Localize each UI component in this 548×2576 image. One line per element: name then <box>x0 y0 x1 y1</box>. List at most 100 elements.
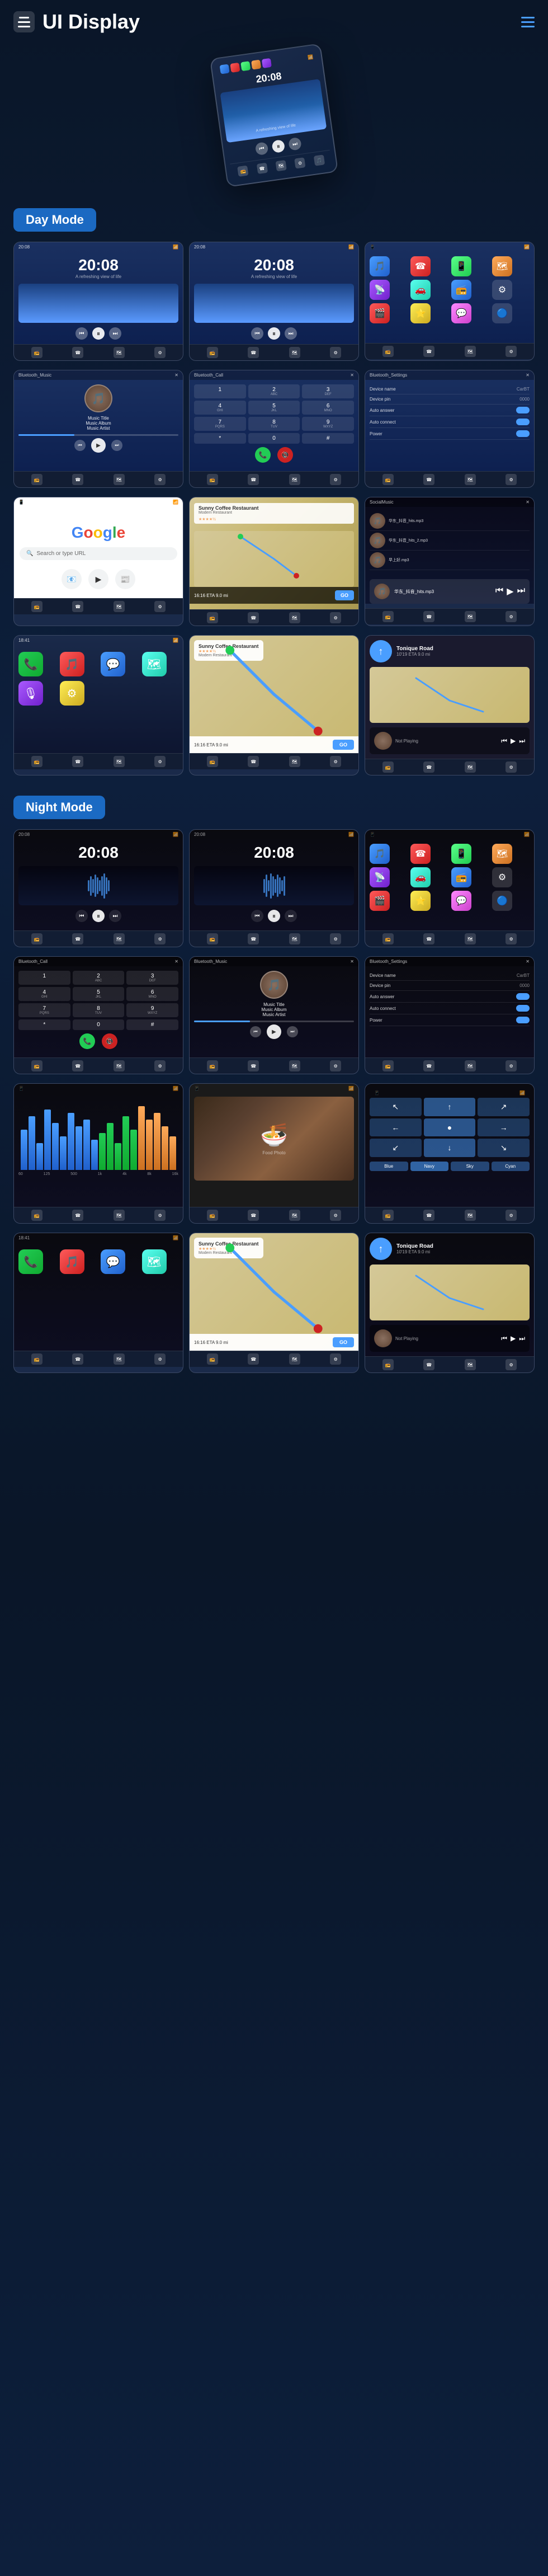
day-next-1[interactable]: ⏭ <box>109 327 121 340</box>
night-carplay-app-music[interactable]: 🎵 <box>60 1249 84 1274</box>
night-map-nav-1[interactable]: 📻 <box>207 1353 218 1365</box>
hero-play-btn[interactable]: ⏸ <box>271 139 285 153</box>
carplay-app-phone[interactable]: 📞 <box>18 652 43 676</box>
day-google-nav-4[interactable]: ⚙ <box>154 601 166 612</box>
night-map-nav-3[interactable]: 🗺 <box>289 1353 300 1365</box>
day-toggle-auto-answer[interactable] <box>516 407 530 413</box>
carplay-nav-nav-3[interactable]: 🗺 <box>465 761 476 773</box>
hero-app-icon-2[interactable] <box>230 63 240 73</box>
night-food-nav-2[interactable]: ☎ <box>248 1210 259 1221</box>
day-nav-apps-1[interactable]: 📻 <box>382 346 394 357</box>
night-nav-btn-3[interactable]: Sky <box>451 1162 489 1171</box>
night-mini-play[interactable]: ▶ <box>511 1334 516 1343</box>
night-arrow-up-right[interactable]: ↗ <box>478 1098 530 1116</box>
carplay-app-podcasts[interactable]: 🎙 <box>18 681 43 706</box>
night-nav-nav-4[interactable]: ⚙ <box>506 1359 517 1370</box>
night-bt-settings-nav-3[interactable]: 🗺 <box>465 1060 476 1071</box>
hamburger-nav-icon[interactable] <box>521 17 535 27</box>
night-app-icon-3[interactable]: 📱 <box>451 844 471 864</box>
day-call-btn[interactable]: 📞 <box>255 447 271 463</box>
day-music-next[interactable]: ⏭ <box>111 440 122 451</box>
carplay-app-maps[interactable]: 🗺 <box>142 652 167 676</box>
day-google-nav-3[interactable]: 🗺 <box>114 601 125 612</box>
night-arrow-left[interactable]: ← <box>370 1118 422 1136</box>
night-arrow-right[interactable]: → <box>478 1118 530 1136</box>
night-bt-settings-nav-2[interactable]: ☎ <box>423 1060 434 1071</box>
hero-app-icon-5[interactable] <box>262 58 272 68</box>
day-dial-0[interactable]: 0 <box>248 433 300 444</box>
carplay-nav-4[interactable]: ⚙ <box>154 756 166 767</box>
night-music-prev[interactable]: ⏮ <box>250 1026 261 1037</box>
night-app-icon-8[interactable]: ⚙ <box>492 867 512 887</box>
night-app-icon-1[interactable]: 🎵 <box>370 844 390 864</box>
day-dial-3[interactable]: 3DEF <box>302 384 354 398</box>
night-carplay-nav-1[interactable]: 📻 <box>31 1353 42 1365</box>
day-social-nav-1[interactable]: 📻 <box>382 611 394 622</box>
night-carplay-nav-3[interactable]: 🗺 <box>114 1353 125 1365</box>
app-icon-2[interactable]: ☎ <box>410 256 431 276</box>
day-bt-call-nav-1[interactable]: 📻 <box>207 474 218 485</box>
night-dial-0[interactable]: 0 <box>73 1019 125 1030</box>
night-arrow-up[interactable]: ↑ <box>424 1098 476 1116</box>
carplay-app-settings[interactable]: ⚙ <box>60 681 84 706</box>
night-arrow-down-right[interactable]: ↘ <box>478 1139 530 1157</box>
night-dial-1[interactable]: 1 <box>18 971 70 985</box>
day-nav-apps-2[interactable]: ☎ <box>423 346 434 357</box>
night-app-icon-10[interactable]: ⭐ <box>410 891 431 911</box>
night-app-icon-9[interactable]: 🎬 <box>370 891 390 911</box>
carplay-map-nav-3[interactable]: 🗺 <box>289 756 300 767</box>
night-prev-2[interactable]: ⏮ <box>251 910 263 922</box>
night-app-icon-4[interactable]: 🗺 <box>492 844 512 864</box>
night-bt-settings-nav-1[interactable]: 📻 <box>382 1060 394 1071</box>
night-apps-nav-1[interactable]: 📻 <box>382 933 394 944</box>
hero-nav-2[interactable]: ☎ <box>256 163 267 174</box>
app-icon-11[interactable]: 💬 <box>451 303 471 323</box>
night-wave-nav-1[interactable]: 📻 <box>31 1210 42 1221</box>
day-social-next[interactable]: ⏭ <box>517 586 525 597</box>
night-wave-nav-3[interactable]: 🗺 <box>114 1210 125 1221</box>
night-bt-settings-close[interactable]: ✕ <box>526 959 530 964</box>
day-map-nav-1[interactable]: 📻 <box>207 612 218 623</box>
night-wave-nav-4[interactable]: ⚙ <box>154 1210 166 1221</box>
google-search-bar[interactable]: 🔍 Search or type URL <box>20 547 177 560</box>
day-dial-1[interactable]: 1 <box>194 384 246 398</box>
day-hangup-btn[interactable]: 📵 <box>277 447 293 463</box>
day-go-button[interactable]: GO <box>335 590 354 600</box>
day-dial-hash[interactable]: # <box>302 433 354 444</box>
night-food-nav-4[interactable]: ⚙ <box>330 1210 341 1221</box>
day-dial-6[interactable]: 6MNO <box>302 401 354 415</box>
night-toggle-auto-connect[interactable] <box>516 1005 530 1012</box>
day-dial-4[interactable]: 4GHI <box>194 401 246 415</box>
night-nav-item-2b[interactable]: ☎ <box>248 933 259 944</box>
night-apps-nav-2[interactable]: ☎ <box>423 933 434 944</box>
night-dial-2[interactable]: 2ABC <box>73 971 125 985</box>
night-bt-music-nav-4[interactable]: ⚙ <box>330 1060 341 1071</box>
night-arrow-down-left[interactable]: ↙ <box>370 1139 422 1157</box>
night-nav-arrows-nav-3[interactable]: 🗺 <box>465 1210 476 1221</box>
night-toggle-auto-answer[interactable] <box>516 993 530 1000</box>
night-next-1[interactable]: ⏭ <box>109 910 121 922</box>
day-social-close[interactable]: ✕ <box>526 500 530 505</box>
carplay-nav-1[interactable]: 📻 <box>31 756 42 767</box>
carplay-nav-2[interactable]: ☎ <box>72 756 83 767</box>
night-mini-next[interactable]: ⏭ <box>519 1334 525 1343</box>
night-dial-5[interactable]: 5JKL <box>73 987 125 1001</box>
hero-prev-btn[interactable]: ⏮ <box>255 142 269 156</box>
night-bt-call-nav-4[interactable]: ⚙ <box>154 1060 166 1071</box>
google-shortcut-3[interactable]: 📰 <box>115 569 135 589</box>
night-dial-3[interactable]: 3DEF <box>126 971 178 985</box>
night-map-nav-4[interactable]: ⚙ <box>330 1353 341 1365</box>
app-icon-7[interactable]: 📻 <box>451 280 471 300</box>
day-bt-settings-nav-4[interactable]: ⚙ <box>506 474 517 485</box>
carplay-mini-play[interactable]: ▶ <box>511 737 516 745</box>
night-nav-nav-2[interactable]: ☎ <box>423 1359 434 1370</box>
day-nav-item-2a[interactable]: 📻 <box>207 347 218 358</box>
day-social-item-3[interactable]: 🎵 早上好.mp3 <box>370 551 530 570</box>
night-nav-arrows-nav-1[interactable]: 📻 <box>382 1210 394 1221</box>
night-bt-call-nav-3[interactable]: 🗺 <box>114 1060 125 1071</box>
hero-nav-3[interactable]: 🗺 <box>275 160 286 171</box>
day-bt-settings-nav-3[interactable]: 🗺 <box>465 474 476 485</box>
night-nav-btn-1[interactable]: Blue <box>370 1162 408 1171</box>
night-nav-item-2a[interactable]: 📻 <box>207 933 218 944</box>
night-bt-music-nav-1[interactable]: 📻 <box>207 1060 218 1071</box>
